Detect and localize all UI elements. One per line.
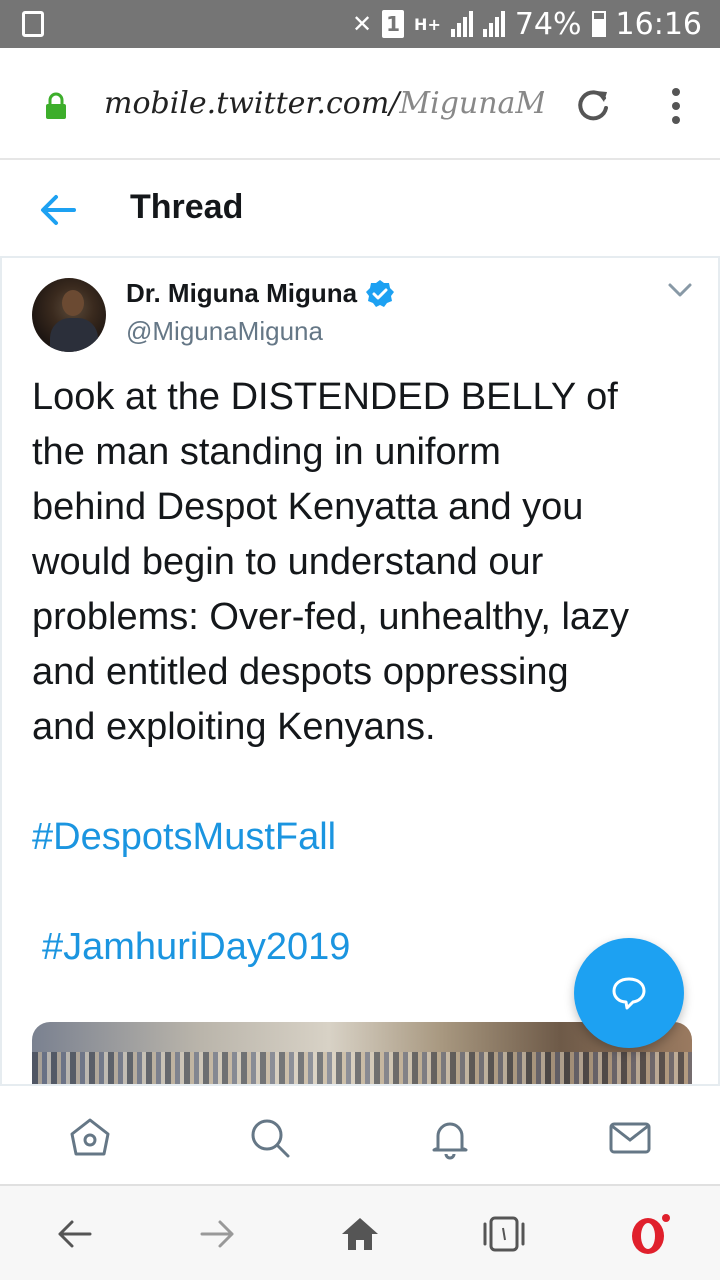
author-handle[interactable]: @MigunaMiguna (126, 316, 323, 347)
photo-crowd (32, 1052, 692, 1084)
twitter-tab-bar (0, 1084, 720, 1184)
page-title: Thread (130, 188, 244, 226)
thread-header: Thread (0, 162, 720, 258)
reply-button[interactable] (574, 938, 684, 1048)
home-icon[interactable] (66, 1114, 114, 1162)
url-domain: mobile.twitter.com/ (104, 86, 400, 121)
verified-badge-icon (366, 279, 395, 307)
sim-slot-badge: 1 (382, 10, 405, 38)
reload-icon[interactable] (574, 86, 612, 124)
tabs-icon[interactable] (482, 1212, 526, 1256)
home-icon[interactable] (338, 1212, 382, 1256)
url-path: MigunaMigi (399, 86, 544, 121)
browser-menu-icon[interactable] (664, 86, 688, 126)
search-icon[interactable] (246, 1114, 294, 1162)
hashtag-link[interactable]: #DespotsMustFall (32, 810, 336, 865)
status-icons: ✕ 1 H+ 74% 16:16 (352, 6, 702, 42)
tweet-text: Look at the DISTENDED BELLY of the man s… (32, 376, 630, 748)
vibrate-mute-icon: ✕ (351, 10, 373, 38)
battery-percent: 74% (514, 6, 582, 42)
recycle-notification-icon (22, 11, 44, 37)
back-arrow-icon[interactable] (38, 192, 78, 228)
forward-arrow-icon[interactable] (196, 1212, 240, 1256)
author-name: Dr. Miguna Miguna (126, 278, 358, 308)
avatar[interactable] (32, 278, 106, 352)
network-type: H+ (414, 14, 441, 34)
back-arrow-icon[interactable] (52, 1212, 96, 1256)
lock-icon (46, 92, 66, 119)
hashtag-link[interactable]: #JamhuriDay2019 (42, 920, 350, 975)
browser-nav-bar (0, 1184, 720, 1280)
author-name-row[interactable]: Dr. Miguna Miguna (126, 278, 395, 309)
battery-icon (591, 11, 606, 37)
url-field[interactable]: mobile.twitter.com/MigunaMigi (104, 86, 544, 126)
signal-2-icon (482, 11, 505, 37)
signal-icon (450, 11, 473, 37)
notifications-bell-icon[interactable] (426, 1114, 474, 1162)
chevron-down-icon[interactable] (666, 278, 694, 302)
opera-icon[interactable] (626, 1212, 670, 1256)
speech-bubble-icon (612, 977, 646, 1010)
status-bar: ✕ 1 H+ 74% 16:16 (0, 0, 720, 48)
clock: 16:16 (615, 6, 702, 42)
messages-envelope-icon[interactable] (606, 1114, 654, 1162)
